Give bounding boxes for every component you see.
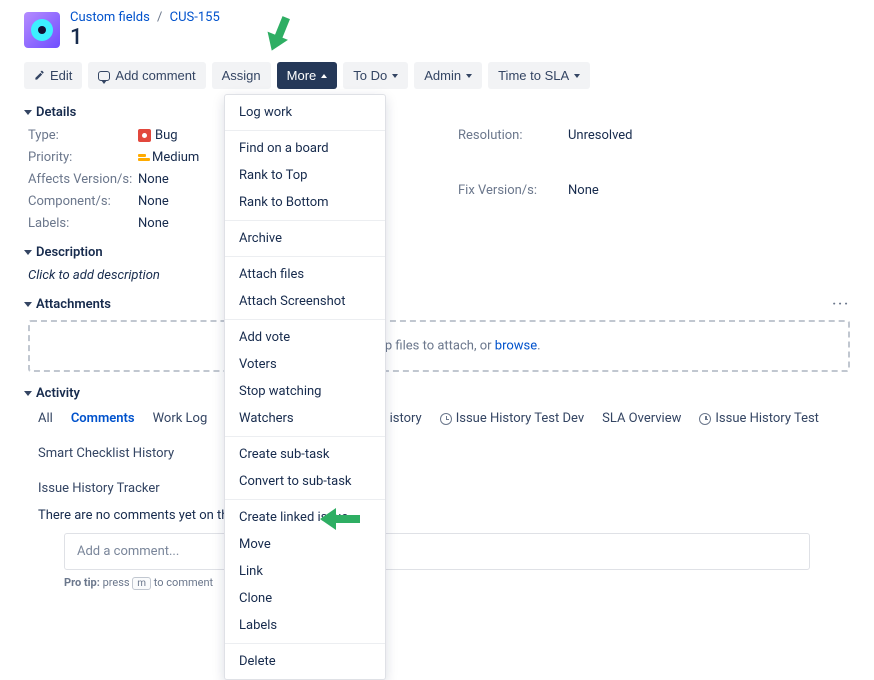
field-fixversion-label: Fix Version/s: <box>458 183 568 231</box>
chevron-down-icon <box>24 110 32 115</box>
protip-prefix: Pro tip: <box>64 576 103 589</box>
comment-icon <box>98 71 110 81</box>
field-affects-label: Affects Version/s: <box>28 172 138 187</box>
add-comment-label: Add comment <box>115 68 195 83</box>
admin-label: Admin <box>424 68 461 83</box>
edit-button[interactable]: Edit <box>24 62 82 89</box>
issue-summary: 1 <box>70 25 220 50</box>
field-type-label: Type: <box>28 128 138 143</box>
section-activity-title: Activity <box>36 386 80 401</box>
tab-all[interactable]: All <box>38 411 53 428</box>
breadcrumb-project-link[interactable]: Custom fields <box>70 10 150 25</box>
menu-log-work[interactable]: Log work <box>225 99 385 126</box>
clock-icon <box>699 413 711 425</box>
activity-tabs: All Comments Work Log History istory Iss… <box>38 411 850 498</box>
tab-activity-partial[interactable]: istory <box>390 411 422 428</box>
field-resolution-label: Resolution: <box>458 128 568 176</box>
more-button[interactable]: More <box>277 62 338 89</box>
time-to-sla-button[interactable]: Time to SLA <box>488 62 590 89</box>
toolbar: Edit Add comment Assign More To Do Admin… <box>24 62 850 89</box>
chevron-down-icon <box>466 74 472 78</box>
protip-suffix: to comment <box>151 576 213 589</box>
menu-attach-files[interactable]: Attach files <box>225 261 385 288</box>
section-description-title: Description <box>36 245 103 260</box>
pencil-icon <box>34 70 45 81</box>
tab-issue-history-dev[interactable]: Issue History Test Dev <box>440 411 584 428</box>
project-avatar[interactable] <box>24 12 60 48</box>
menu-clone[interactable]: Clone <box>225 585 385 612</box>
tab-sla-overview[interactable]: SLA Overview <box>602 411 681 428</box>
menu-find-on-board[interactable]: Find on a board <box>225 135 385 162</box>
chevron-down-icon <box>574 74 580 78</box>
menu-labels[interactable]: Labels <box>225 612 385 639</box>
menu-attach-screenshot[interactable]: Attach Screenshot <box>225 288 385 315</box>
menu-create-linked-issue[interactable]: Create linked issue <box>225 504 385 531</box>
tab-worklog[interactable]: Work Log <box>153 411 208 428</box>
chevron-down-icon <box>24 391 32 396</box>
menu-create-subtask[interactable]: Create sub-task <box>225 441 385 468</box>
breadcrumb: Custom fields / CUS-155 <box>70 10 220 25</box>
priority-medium-icon <box>138 158 150 161</box>
attachments-dropzone[interactable]: Drop files to attach, or browse. <box>28 320 850 372</box>
status-label: To Do <box>353 68 387 83</box>
chevron-down-icon <box>24 302 32 307</box>
menu-watchers[interactable]: Watchers <box>225 405 385 432</box>
tab-comments[interactable]: Comments <box>71 411 135 428</box>
more-dropdown: Log work Find on a board Rank to Top Ran… <box>224 94 386 680</box>
field-priority-label: Priority: <box>28 150 138 165</box>
annotation-arrow-delete <box>320 508 360 530</box>
add-comment-button[interactable]: Add comment <box>88 62 205 89</box>
section-attachments-title: Attachments <box>36 297 111 312</box>
chevron-down-icon <box>392 74 398 78</box>
annotation-arrow-more <box>268 16 290 54</box>
menu-move[interactable]: Move <box>225 531 385 558</box>
menu-voters[interactable]: Voters <box>225 351 385 378</box>
breadcrumb-issue-link[interactable]: CUS-155 <box>170 10 220 25</box>
browse-link[interactable]: browse <box>495 338 537 353</box>
field-components-label: Component/s: <box>28 194 138 209</box>
more-label: More <box>287 68 317 83</box>
chevron-down-icon <box>24 250 32 255</box>
field-fixversion-value: None <box>568 183 688 231</box>
clock-icon <box>440 413 452 425</box>
field-labels-label: Labels: <box>28 216 138 231</box>
menu-delete[interactable]: Delete <box>225 648 385 675</box>
protip-press: press <box>103 576 133 589</box>
tab-issue-history-tracker[interactable]: Issue History Tracker <box>38 481 850 498</box>
status-button[interactable]: To Do <box>343 62 408 89</box>
bug-icon <box>138 129 151 142</box>
section-details-title: Details <box>36 105 76 120</box>
menu-link[interactable]: Link <box>225 558 385 585</box>
comment-input[interactable]: Add a comment... <box>64 533 810 570</box>
breadcrumb-separator: / <box>157 10 162 25</box>
admin-button[interactable]: Admin <box>414 62 482 89</box>
menu-rank-to-top[interactable]: Rank to Top <box>225 162 385 189</box>
dropzone-period: . <box>537 338 540 353</box>
edit-label: Edit <box>50 68 72 83</box>
description-placeholder[interactable]: Click to add description <box>28 268 850 283</box>
assign-button[interactable]: Assign <box>212 62 271 89</box>
menu-add-vote[interactable]: Add vote <box>225 324 385 351</box>
no-comments-text: There are no comments yet on this issue. <box>38 508 850 523</box>
menu-rank-to-bottom[interactable]: Rank to Bottom <box>225 189 385 216</box>
tab-issue-history-test[interactable]: Issue History Test <box>699 411 819 428</box>
chevron-up-icon <box>321 74 327 78</box>
section-activity-header[interactable]: Activity <box>24 386 850 401</box>
menu-convert-subtask[interactable]: Convert to sub-task <box>225 468 385 495</box>
tab-smart-checklist[interactable]: Smart Checklist History <box>38 446 174 463</box>
comment-protip: Pro tip: press m to comment <box>64 576 850 590</box>
section-attachments-header[interactable]: Attachments ··· <box>24 297 850 312</box>
section-details-header[interactable]: Details <box>24 105 850 120</box>
attachments-more-icon[interactable]: ··· <box>832 297 850 312</box>
menu-stop-watching[interactable]: Stop watching <box>225 378 385 405</box>
section-description-header[interactable]: Description <box>24 245 850 260</box>
menu-archive[interactable]: Archive <box>225 225 385 252</box>
sla-label: Time to SLA <box>498 68 569 83</box>
field-resolution-value: Unresolved <box>568 128 688 176</box>
